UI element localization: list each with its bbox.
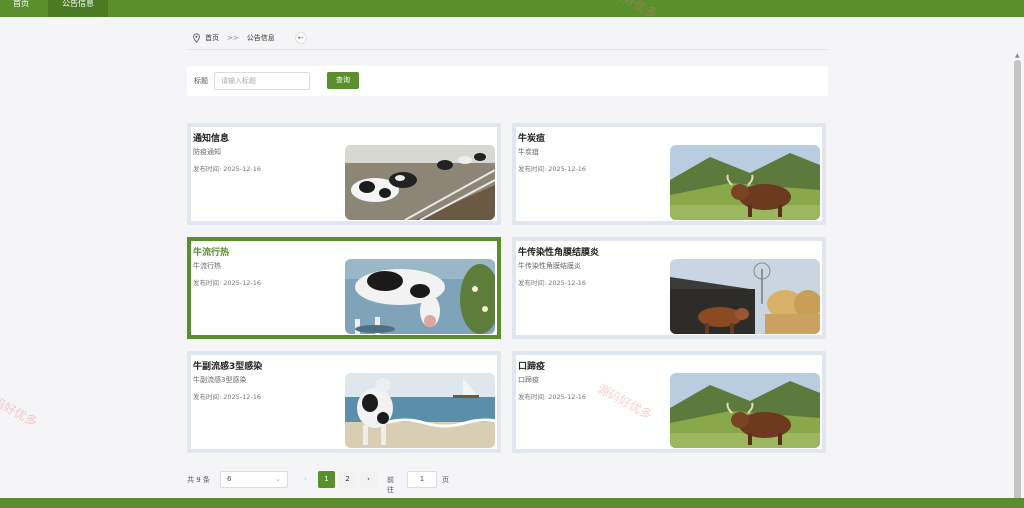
cow-beach-image — [345, 373, 495, 448]
jump-page-input[interactable]: 1 — [407, 471, 437, 488]
next-page-button[interactable]: › — [360, 471, 377, 488]
nav-home[interactable]: 首页 — [0, 0, 42, 17]
card-title: 牛副流感3型感染 — [193, 362, 263, 372]
title-search-input[interactable]: 请输入标题 — [214, 72, 310, 90]
notice-card[interactable]: 口蹄疫 口蹄疫 发布时间: 2025-12-16 — [512, 351, 826, 453]
breadcrumb-separator: >> — [227, 34, 239, 42]
back-button[interactable]: ← — [294, 32, 307, 44]
watermark: 源码好优多 — [0, 388, 40, 430]
scroll-up-icon[interactable]: ▲ — [1015, 52, 1020, 59]
breadcrumb-current: 公告信息 — [246, 34, 275, 42]
card-title: 牛炭疽 — [518, 134, 546, 144]
bull-mountain-image — [670, 145, 820, 220]
notice-card[interactable]: 通知信息 防疫通知 发布时间: 2025-12-16 — [187, 123, 501, 225]
scrollbar[interactable] — [1014, 60, 1021, 500]
card-title: 牛流行热 — [193, 248, 230, 258]
cow-windmill-hay-image — [670, 259, 820, 334]
card-date: 发布时间: 2025-12-16 — [518, 393, 587, 401]
cow-drinking-image — [345, 259, 495, 334]
chevron-down-icon: ⌄ — [275, 475, 281, 483]
page-2-button[interactable]: 2 — [339, 471, 356, 488]
top-nav: 首页 公告信息 — [0, 0, 1024, 17]
divider — [187, 49, 827, 50]
card-subtitle: 牛流行热 — [193, 262, 221, 270]
notice-card[interactable]: 牛流行热 牛流行热 发布时间: 2025-12-16 — [187, 237, 501, 339]
card-subtitle: 牛传染性角膜结膜炎 — [518, 262, 581, 270]
card-date: 发布时间: 2025-12-16 — [193, 393, 262, 401]
breadcrumb: 首页 >> 公告信息 ← — [192, 32, 307, 44]
page-size-value: 6 — [227, 475, 232, 483]
page-word: 页 — [442, 476, 449, 484]
footer-bar — [0, 498, 1024, 508]
notice-card[interactable]: 牛炭疽 牛炭疽 发布时间: 2025-12-16 — [512, 123, 826, 225]
card-subtitle: 牛副流感3型感染 — [193, 376, 247, 384]
card-date: 发布时间: 2025-12-16 — [518, 279, 587, 287]
notice-card[interactable]: 牛副流感3型感染 牛副流感3型感染 发布时间: 2025-12-16 — [187, 351, 501, 453]
location-pin-icon — [193, 33, 200, 43]
card-title: 通知信息 — [193, 134, 230, 144]
page-1-button[interactable]: 1 — [318, 471, 335, 488]
goto-label: 前往 — [387, 476, 394, 494]
page-size-select[interactable]: 6 ⌄ — [220, 471, 288, 488]
cows-barn-image — [345, 145, 495, 220]
notice-card[interactable]: 牛传染性角膜结膜炎 牛传染性角膜结膜炎 发布时间: 2025-12-16 — [512, 237, 826, 339]
total-count: 共 9 条 — [187, 476, 210, 484]
card-date: 发布时间: 2025-12-16 — [193, 279, 262, 287]
prev-page-button[interactable]: ‹ — [297, 471, 314, 488]
search-button[interactable]: 查询 — [327, 72, 359, 89]
search-label: 标题 — [194, 77, 208, 85]
arrow-left-icon: ← — [297, 34, 304, 42]
card-subtitle: 牛炭疽 — [518, 148, 539, 156]
card-date: 发布时间: 2025-12-16 — [193, 165, 262, 173]
card-title: 牛传染性角膜结膜炎 — [518, 248, 600, 258]
bull-mountain-image — [670, 373, 820, 448]
card-subtitle: 防疫通知 — [193, 148, 221, 156]
breadcrumb-home[interactable]: 首页 — [205, 33, 219, 43]
card-title: 口蹄疫 — [518, 362, 546, 372]
card-subtitle: 口蹄疫 — [518, 376, 539, 384]
nav-notice[interactable]: 公告信息 — [48, 0, 108, 17]
card-date: 发布时间: 2025-12-16 — [518, 165, 587, 173]
search-bar: 标题 请输入标题 查询 — [187, 66, 828, 96]
